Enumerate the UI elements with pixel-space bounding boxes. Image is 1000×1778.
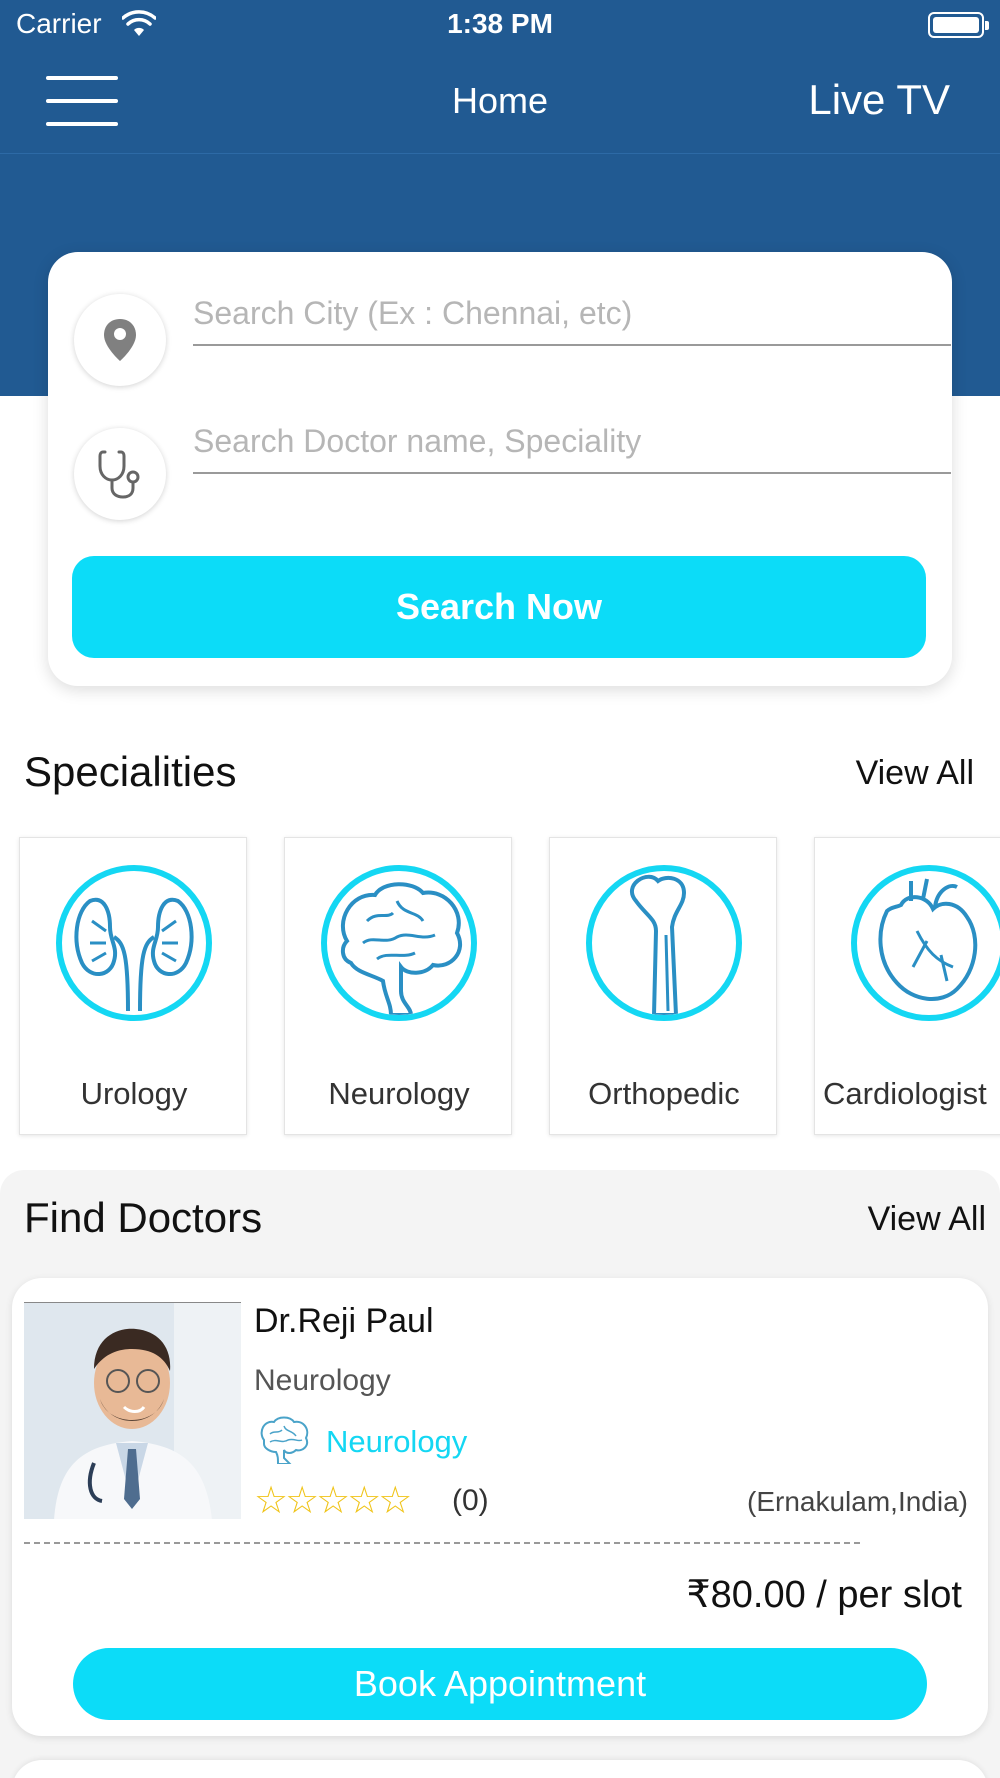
- rating-stars: ☆☆☆☆☆: [254, 1480, 412, 1522]
- doctor-price: ₹80.00 / per slot: [686, 1574, 962, 1616]
- status-time: 1:38 PM: [447, 8, 553, 39]
- location-pin-icon: [74, 294, 166, 386]
- speciality-card-cardiologist[interactable]: Cardiologist: [814, 837, 1000, 1135]
- battery-icon: [928, 12, 989, 38]
- search-doctor-input[interactable]: [193, 410, 951, 474]
- specialities-title: Specialities: [24, 748, 237, 795]
- doctor-photo: [24, 1302, 241, 1519]
- doctor-location: (Ernakulam,India): [747, 1486, 968, 1517]
- speciality-label: Cardiologist: [823, 1076, 987, 1111]
- doctor-speciality: Neurology: [254, 1364, 391, 1397]
- kidney-icon: [56, 865, 212, 1021]
- doctor-card[interactable]: [12, 1760, 988, 1778]
- nav-bar: Home Live TV: [0, 52, 1000, 154]
- search-card: Search Now: [48, 252, 952, 686]
- speciality-card-orthopedic[interactable]: Orthopedic: [549, 837, 777, 1135]
- book-appointment-button[interactable]: Book Appointment: [73, 1648, 927, 1720]
- bone-icon: [586, 865, 742, 1021]
- speciality-label: Urology: [80, 1076, 188, 1111]
- brain-icon: [321, 865, 477, 1021]
- speciality-card-urology[interactable]: Urology: [19, 837, 247, 1135]
- search-now-button[interactable]: Search Now: [72, 556, 926, 658]
- find-doctors-title: Find Doctors: [24, 1194, 263, 1241]
- doctor-card[interactable]: Dr.Reji Paul Neurology Neurology ☆☆☆☆☆ (…: [12, 1278, 988, 1736]
- brain-icon: [260, 1416, 309, 1464]
- specialities-view-all-link[interactable]: View All: [856, 754, 974, 793]
- rating-count: (0): [452, 1484, 489, 1517]
- speciality-label: Orthopedic: [588, 1076, 740, 1111]
- search-city-input[interactable]: [193, 282, 951, 346]
- speciality-card-neurology[interactable]: Neurology: [284, 837, 512, 1135]
- heart-icon: [851, 865, 1000, 1021]
- speciality-label: Neurology: [328, 1076, 470, 1111]
- doctor-speciality-link[interactable]: Neurology: [326, 1424, 467, 1460]
- divider: [24, 1542, 860, 1544]
- find-doctors-view-all-link[interactable]: View All: [868, 1200, 986, 1239]
- doctor-name: Dr.Reji Paul: [254, 1302, 434, 1340]
- live-tv-button[interactable]: Live TV: [808, 76, 950, 124]
- stethoscope-icon: [74, 428, 166, 520]
- status-bar: Carrier 1:38 PM: [0, 0, 1000, 52]
